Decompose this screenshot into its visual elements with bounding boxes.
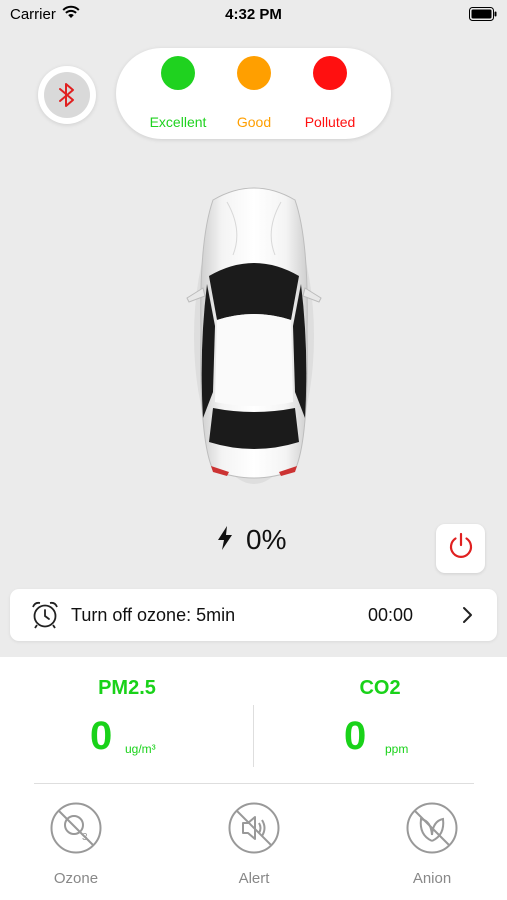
metric-unit: ppm	[385, 742, 409, 756]
polluted-dot	[313, 56, 347, 90]
anion-button[interactable]: Anion	[382, 801, 482, 887]
metric-unit: ug/m³	[125, 742, 156, 756]
charge-value: 0%	[246, 524, 287, 555]
legend-item-polluted: Polluted	[285, 56, 375, 130]
anion-label: Anion	[412, 870, 452, 887]
metric-value: 0	[90, 714, 113, 758]
status-time: 4:32 PM	[225, 6, 282, 23]
ozone-off-icon: 3	[49, 802, 103, 859]
bluetooth-icon	[44, 72, 90, 118]
speaker-off-icon	[227, 802, 281, 859]
alarm-clock-icon	[30, 600, 60, 635]
leaf-off-icon	[405, 802, 459, 859]
power-icon	[446, 531, 476, 566]
good-dot	[237, 56, 271, 90]
car-image	[183, 180, 325, 490]
timer-value: 00:00	[368, 605, 414, 625]
air-quality-legend: Excellent Good Polluted	[116, 48, 391, 139]
alert-label: Alert	[238, 870, 270, 887]
chevron-right-icon	[461, 606, 473, 629]
metrics-panel: PM2.5 0 ug/m³ CO2 0 ppm 3 Ozone	[0, 657, 507, 900]
lightning-icon	[216, 525, 234, 555]
battery-icon	[469, 7, 497, 26]
metric-pm25: PM2.5 0 ug/m³	[2, 677, 252, 762]
ozone-button[interactable]: 3 Ozone	[26, 801, 126, 887]
bluetooth-button[interactable]	[38, 66, 96, 124]
metric-divider	[253, 705, 254, 767]
metric-name: CO2	[359, 677, 401, 699]
excellent-dot	[161, 56, 195, 90]
status-bar: Carrier 4:32 PM	[0, 0, 507, 30]
charge-readout: 0%	[216, 524, 286, 556]
metric-value: 0	[344, 714, 367, 758]
ozone-label: Ozone	[53, 870, 99, 887]
alert-button[interactable]: Alert	[204, 801, 304, 887]
metric-name: PM2.5	[98, 677, 156, 699]
timer-label: Turn off ozone: 5min	[71, 605, 236, 625]
ozone-timer-row[interactable]: Turn off ozone: 5min 00:00	[10, 589, 497, 641]
power-button[interactable]	[436, 524, 485, 573]
legend-label: Polluted	[304, 114, 356, 130]
metric-co2: CO2 0 ppm	[255, 677, 505, 762]
panel-divider	[34, 783, 474, 784]
